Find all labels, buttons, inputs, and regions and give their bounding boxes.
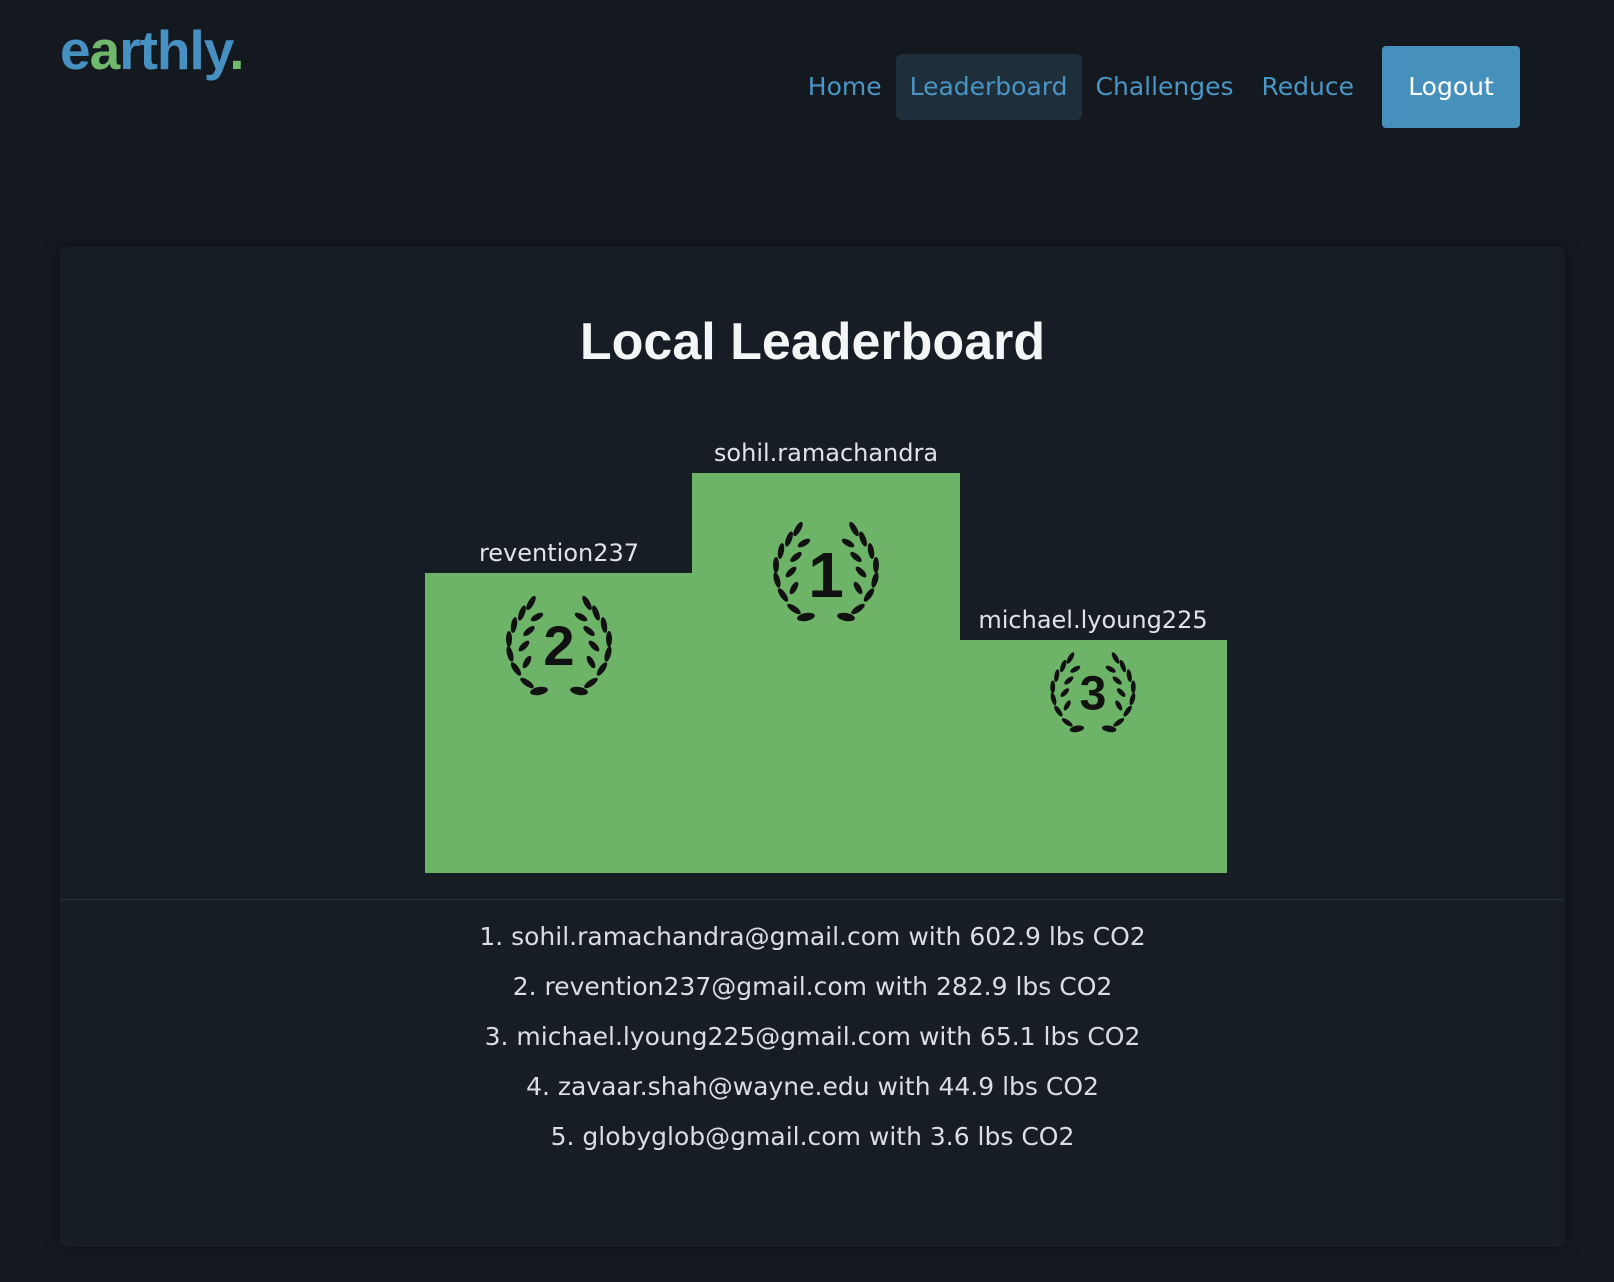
top-navigation-bar: earthly. Home Leaderboard Challenges Red… (0, 0, 1614, 150)
logo-part: rthly (119, 19, 230, 81)
laurel-wreath-icon: 1 (773, 521, 879, 622)
logout-button[interactable]: Logout (1382, 46, 1520, 128)
podium-name-first: sohil.ramachandra (713, 439, 939, 467)
laurel-wreath-icon: 2 (506, 595, 612, 696)
earthly-logo[interactable]: earthly. (60, 14, 245, 86)
leaderboard-list: 1. sohil.ramachandra@gmail.com with 602.… (60, 912, 1565, 1162)
list-item: 4. zavaar.shah@wayne.edu with 44.9 lbs C… (526, 1072, 1099, 1101)
list-item: 5. globyglob@gmail.com with 3.6 lbs CO2 (550, 1122, 1075, 1151)
rank-number-second: 2 (543, 614, 574, 677)
list-item: 2. revention237@gmail.com with 282.9 lbs… (512, 972, 1113, 1001)
divider (60, 899, 1565, 900)
podium-name-second: revention237 (478, 539, 640, 567)
nav-link-challenges[interactable]: Challenges (1082, 54, 1248, 120)
podium-name-third: michael.lyoung225 (978, 606, 1208, 634)
leaderboard-card: Local Leaderboard revention237 sohil.ram… (60, 247, 1565, 1247)
nav-link-home[interactable]: Home (794, 54, 896, 120)
laurel-wreath-icon: 3 (1050, 652, 1136, 733)
logo-part: a (89, 19, 121, 81)
nav-link-leaderboard[interactable]: Leaderboard (895, 54, 1082, 120)
list-item: 1. sohil.ramachandra@gmail.com with 602.… (479, 922, 1146, 951)
logo-part: . (229, 19, 244, 81)
list-item: 3. michael.lyoung225@gmail.com with 65.1… (484, 1022, 1141, 1051)
main-nav: Home Leaderboard Challenges Reduce Logou… (794, 46, 1520, 128)
nav-link-reduce[interactable]: Reduce (1248, 54, 1368, 120)
logo-part: e (60, 19, 91, 81)
rank-number-third: 3 (1080, 667, 1107, 721)
rank-number-first: 1 (808, 539, 844, 611)
page-title: Local Leaderboard (579, 313, 1046, 371)
